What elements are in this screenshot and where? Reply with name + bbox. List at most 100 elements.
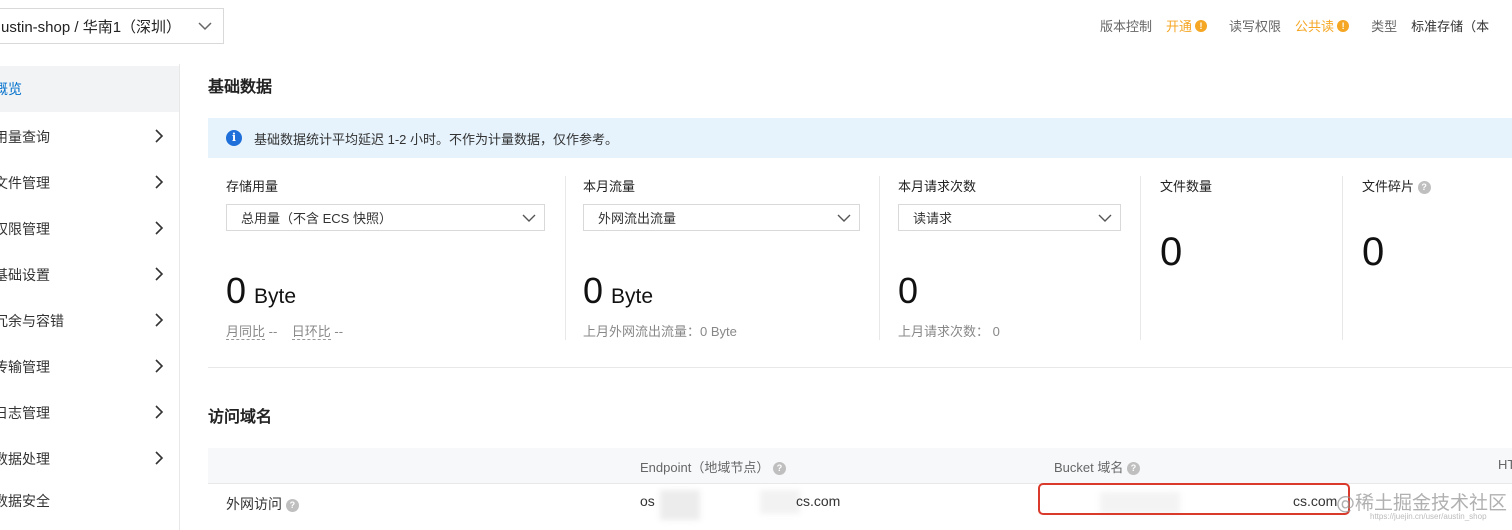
column-bucket-domain-label: Bucket 域名: [1054, 460, 1124, 475]
storage-usage-dropdown[interactable]: 总用量（不含 ECS 快照）: [226, 204, 545, 231]
watermark: @稀土掘金技术社区: [1336, 492, 1508, 514]
watermark-url: https://juejin.cn/user/austin_shop: [1370, 512, 1487, 521]
sidebar: 概览 用量查询 文件管理 权限管理 基础设置 冗余与容错 传输管理 日志管理 数…: [0, 64, 180, 530]
file-fragments-number: 0: [1362, 230, 1385, 274]
chevron-right-icon: [155, 175, 164, 189]
storage-type-label: 类型: [1371, 19, 1398, 34]
monthly-traffic-dropdown[interactable]: 外网流出流量: [583, 204, 860, 231]
chevron-down-icon: [837, 214, 851, 222]
warning-icon: !: [1337, 19, 1350, 32]
notice-text: 基础数据统计平均延迟 1-2 小时。不作为计量数据，仅作参考。: [254, 131, 619, 147]
column-endpoint-label: Endpoint（地域节点）: [640, 460, 770, 475]
help-icon[interactable]: ?: [1126, 462, 1140, 476]
sidebar-item-label: 数据安全: [0, 493, 50, 509]
bucket-selector-label: ustin-shop / 华南1（深圳）: [1, 18, 182, 36]
file-count-number: 0: [1160, 230, 1183, 274]
storage-usage-unit: Byte: [254, 285, 297, 308]
chevron-right-icon: [155, 359, 164, 373]
file-count-title: 文件数量: [1160, 179, 1213, 194]
last-month-requests: 上月请求次数： 0: [898, 324, 1000, 339]
help-icon[interactable]: ?: [1417, 181, 1431, 195]
sidebar-item-file-management[interactable]: 文件管理: [0, 160, 179, 206]
sidebar-item-transfer-management[interactable]: 传输管理: [0, 344, 179, 390]
storage-type-value: 标准存储（本: [1411, 19, 1490, 34]
rw-permission-label: 读写权限: [1229, 19, 1282, 34]
monthly-traffic-unit: Byte: [611, 285, 654, 308]
redacted-blur: [660, 490, 700, 520]
sidebar-item-label: 文件管理: [0, 175, 50, 191]
dod-value: --: [334, 324, 344, 339]
help-icon[interactable]: ?: [772, 462, 786, 476]
monthly-traffic-card: 本月流量: [583, 176, 635, 340]
last-month-traffic: 上月外网流出流量：0 Byte: [583, 324, 737, 339]
sidebar-item-data-security[interactable]: 数据安全: [0, 478, 179, 524]
chevron-right-icon: [155, 451, 164, 465]
storage-usage-title: 存储用量: [226, 179, 279, 194]
file-fragments-title: 文件碎片: [1362, 179, 1415, 194]
sidebar-item-log-management[interactable]: 日志管理: [0, 390, 179, 436]
endpoint-suffix: cs.com: [796, 493, 841, 509]
row-public-access-label: 外网访问 ?: [226, 494, 299, 514]
dropdown-value: 外网流出流量: [598, 211, 677, 226]
help-icon[interactable]: ?: [285, 498, 299, 512]
monthly-requests-number: 0: [898, 270, 919, 311]
sidebar-item-usage-query[interactable]: 用量查询: [0, 114, 179, 160]
sidebar-item-permission-management[interactable]: 权限管理: [0, 206, 179, 252]
bucket-info: 版本控制 开通 ! 读写权限 公共读 ! 类型 标准存储（本: [1100, 16, 1489, 35]
monthly-requests-card: 本月请求次数: [898, 176, 976, 340]
column-bucket-domain: Bucket 域名 ?: [1054, 457, 1140, 476]
rw-permission-value[interactable]: 公共读 !: [1295, 16, 1350, 35]
top-bar: ustin-shop / 华南1（深圳） 版本控制 开通 ! 读写权限 公共读 …: [0, 0, 1512, 64]
version-control-value[interactable]: 开通 !: [1166, 16, 1208, 35]
monthly-traffic-value: 0 Byte: [583, 270, 653, 312]
sidebar-item-redundancy[interactable]: 冗余与容错: [0, 298, 179, 344]
info-icon: i: [226, 130, 242, 146]
bucket-selector[interactable]: ustin-shop / 华南1（深圳）: [0, 8, 224, 44]
sidebar-item-label: 日志管理: [0, 405, 50, 421]
section-title-basic-data: 基础数据: [208, 79, 273, 96]
sidebar-item-label: 传输管理: [0, 359, 50, 375]
sidebar-item-basic-settings[interactable]: 基础设置: [0, 252, 179, 298]
redacted-blur: [760, 490, 800, 514]
chevron-down-icon: [198, 22, 212, 31]
chevron-right-icon: [155, 313, 164, 327]
dropdown-value: 总用量（不含 ECS 快照）: [241, 211, 392, 226]
chevron-right-icon: [155, 221, 164, 235]
highlight-box: [1038, 483, 1350, 515]
monthly-requests-dropdown[interactable]: 读请求: [898, 204, 1121, 231]
public-access-text: 外网访问: [226, 496, 282, 512]
sidebar-item-label: 冗余与容错: [0, 313, 64, 329]
sidebar-item-label: 权限管理: [0, 221, 50, 237]
sidebar-item-overview[interactable]: 概览: [0, 66, 179, 112]
monthly-traffic-number: 0: [583, 270, 604, 311]
endpoint-prefix: os: [640, 493, 655, 509]
sidebar-item-label: 概览: [0, 81, 22, 97]
storage-usage-value: 0 Byte: [226, 270, 296, 312]
endpoint-value[interactable]: os: [640, 493, 655, 509]
divider: [1342, 176, 1343, 340]
chevron-right-icon: [155, 129, 164, 143]
divider: [879, 176, 880, 340]
chevron-down-icon: [522, 214, 536, 222]
chevron-down-icon: [1098, 214, 1112, 222]
column-https: HT: [1498, 457, 1512, 472]
monthly-traffic-title: 本月流量: [583, 179, 636, 194]
file-fragments-title-row: 文件碎片 ?: [1362, 176, 1431, 195]
dod-label[interactable]: 日环比: [291, 324, 331, 340]
storage-usage-comparison: 月同比 -- 日环比 --: [226, 321, 343, 340]
mom-label[interactable]: 月同比: [226, 324, 266, 340]
warning-icon: !: [1195, 19, 1208, 32]
chevron-right-icon: [155, 405, 164, 419]
monthly-requests-title: 本月请求次数: [898, 179, 977, 194]
sidebar-item-label: 用量查询: [0, 129, 50, 145]
section-title-domain: 访问域名: [208, 409, 273, 426]
section-divider: [208, 367, 1512, 368]
dropdown-value: 读请求: [913, 211, 953, 226]
divider: [1140, 176, 1141, 340]
sidebar-item-label: 数据处理: [0, 451, 50, 467]
sidebar-item-data-processing[interactable]: 数据处理: [0, 436, 179, 482]
column-endpoint: Endpoint（地域节点） ?: [640, 457, 786, 476]
sidebar-item-label: 基础设置: [0, 267, 50, 283]
chevron-right-icon: [155, 267, 164, 281]
rw-permission-text: 公共读: [1295, 19, 1335, 34]
